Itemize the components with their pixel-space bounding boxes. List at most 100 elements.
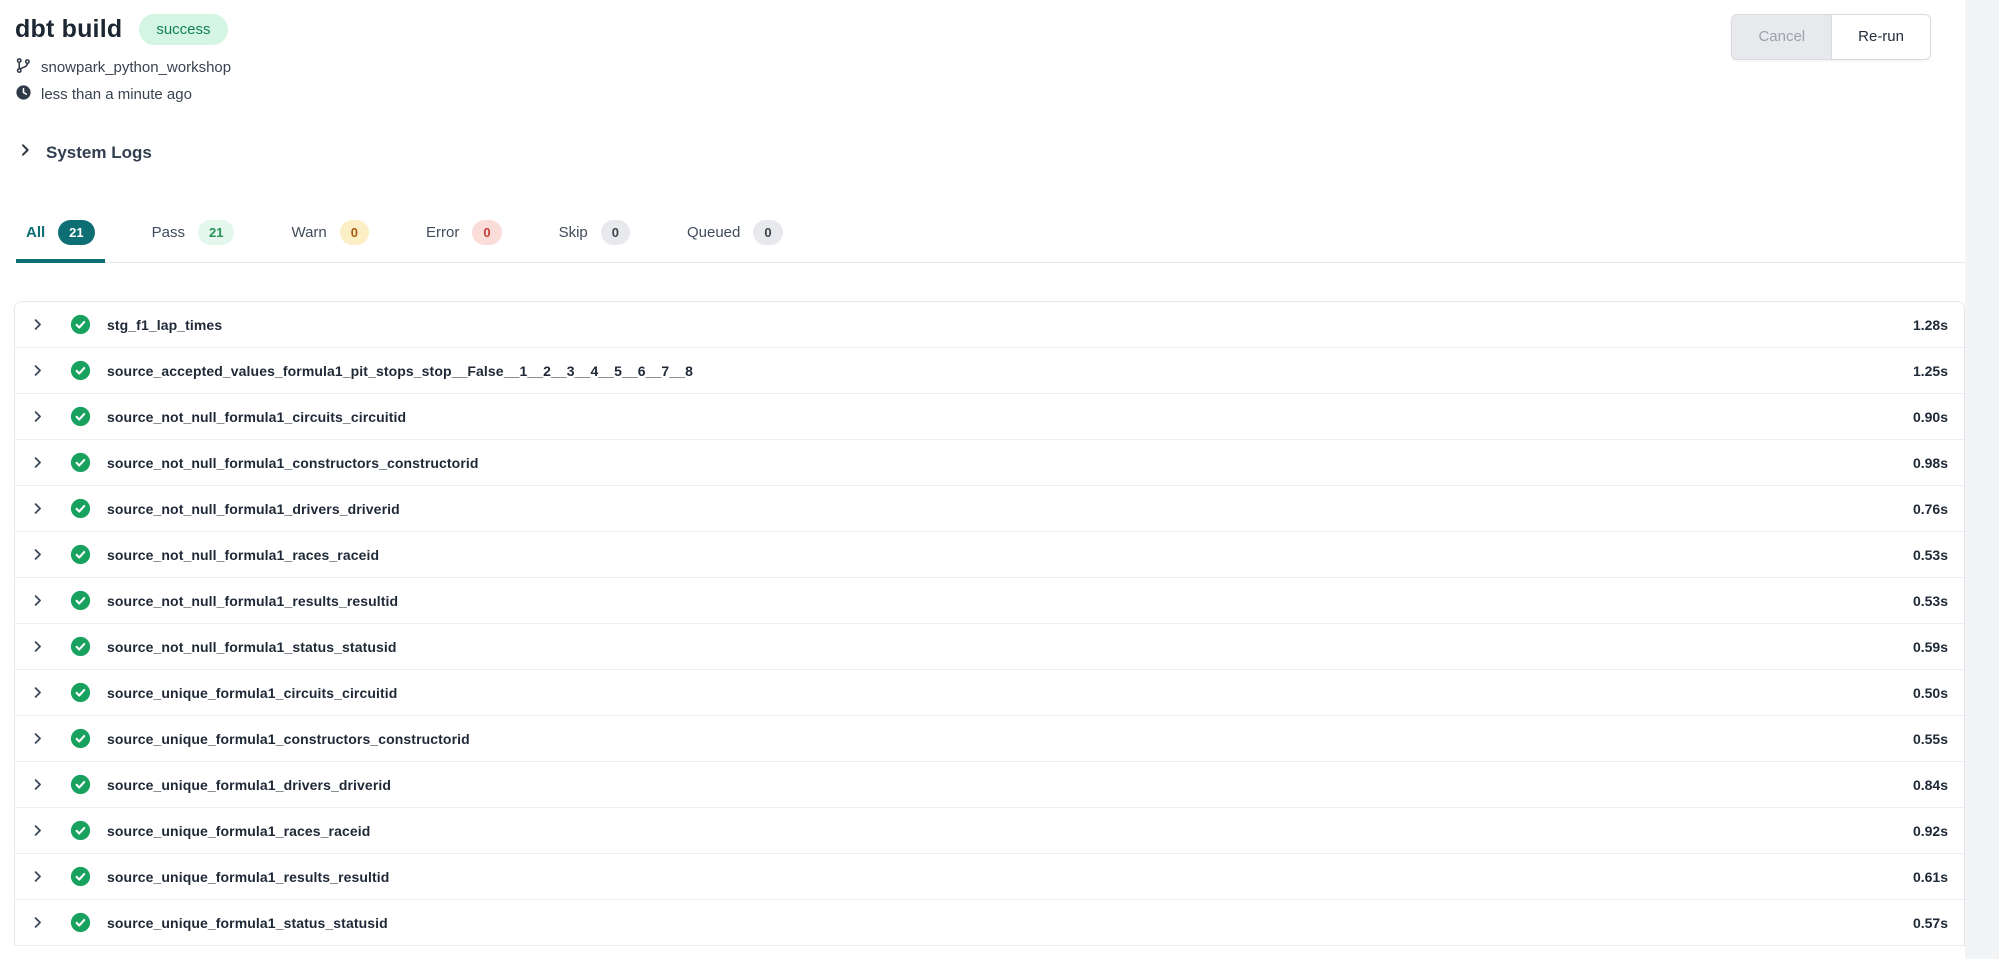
expand-chevron-icon[interactable]	[27, 731, 47, 746]
expand-chevron-icon[interactable]	[27, 593, 47, 608]
rerun-button[interactable]: Re-run	[1832, 15, 1930, 59]
node-name: source_unique_formula1_status_statusid	[107, 915, 388, 931]
success-check-icon	[70, 498, 91, 519]
tab-warn[interactable]: Warn 0	[281, 210, 379, 263]
table-row[interactable]: source_accepted_values_formula1_pit_stop…	[15, 348, 1964, 394]
node-name: source_unique_formula1_constructors_cons…	[107, 731, 470, 747]
success-check-icon	[70, 912, 91, 933]
success-check-icon	[70, 728, 91, 749]
expand-chevron-icon[interactable]	[27, 869, 47, 884]
time-row: less than a minute ago	[15, 84, 1965, 105]
expand-chevron-icon[interactable]	[27, 409, 47, 424]
tab-all[interactable]: All 21	[16, 210, 105, 263]
expand-chevron-icon[interactable]	[27, 639, 47, 654]
run-detail-page: dbt build success snowpark_python_worksh…	[0, 0, 1965, 959]
node-duration: 0.55s	[1913, 731, 1948, 747]
node-duration: 1.25s	[1913, 363, 1948, 379]
node-name: source_not_null_formula1_status_statusid	[107, 639, 397, 655]
run-actions: Cancel Re-run	[1731, 14, 1931, 60]
clock-icon	[15, 84, 32, 105]
node-name: source_unique_formula1_drivers_driverid	[107, 777, 391, 793]
node-duration: 0.53s	[1913, 593, 1948, 609]
expand-chevron-icon[interactable]	[27, 547, 47, 562]
table-row[interactable]: source_unique_formula1_drivers_driverid …	[15, 762, 1964, 808]
node-duration: 0.98s	[1913, 455, 1948, 471]
table-row[interactable]: source_not_null_formula1_races_raceid 0.…	[15, 532, 1964, 578]
expand-chevron-icon[interactable]	[27, 777, 47, 792]
node-duration: 1.28s	[1913, 317, 1948, 333]
time-ago: less than a minute ago	[41, 86, 192, 103]
node-duration: 0.92s	[1913, 823, 1948, 839]
success-check-icon	[70, 590, 91, 611]
expand-chevron-icon[interactable]	[27, 823, 47, 838]
node-name: source_not_null_formula1_circuits_circui…	[107, 409, 406, 425]
tab-warn-label: Warn	[291, 224, 326, 241]
status-badge: success	[139, 14, 227, 45]
tab-all-count: 21	[58, 220, 94, 245]
node-name: source_unique_formula1_circuits_circuiti…	[107, 685, 397, 701]
tab-error[interactable]: Error 0	[416, 210, 512, 263]
success-check-icon	[70, 636, 91, 657]
header: dbt build success snowpark_python_worksh…	[0, 0, 1965, 105]
system-logs-toggle[interactable]: System Logs	[17, 142, 152, 163]
node-duration: 0.76s	[1913, 501, 1948, 517]
expand-chevron-icon[interactable]	[27, 685, 47, 700]
node-name: source_accepted_values_formula1_pit_stop…	[107, 363, 693, 379]
table-row[interactable]: source_not_null_formula1_status_statusid…	[15, 624, 1964, 670]
success-check-icon	[70, 452, 91, 473]
tab-warn-count: 0	[340, 220, 369, 245]
table-row[interactable]: source_unique_formula1_circuits_circuiti…	[15, 670, 1964, 716]
success-check-icon	[70, 774, 91, 795]
tab-skip[interactable]: Skip 0	[549, 210, 640, 263]
node-name: source_not_null_formula1_races_raceid	[107, 547, 379, 563]
tab-queued[interactable]: Queued 0	[677, 210, 793, 263]
expand-chevron-icon[interactable]	[27, 455, 47, 470]
status-tabs: All 21 Pass 21 Warn 0 Error 0 Skip 0 Que…	[16, 210, 1965, 263]
table-row[interactable]: stg_f1_lap_times 1.28s	[15, 302, 1964, 348]
node-duration: 0.59s	[1913, 639, 1948, 655]
success-check-icon	[70, 820, 91, 841]
expand-chevron-icon[interactable]	[27, 915, 47, 930]
node-duration: 0.61s	[1913, 869, 1948, 885]
branch-row: snowpark_python_workshop	[15, 56, 1965, 79]
node-duration: 0.50s	[1913, 685, 1948, 701]
tab-skip-count: 0	[601, 220, 630, 245]
tab-error-count: 0	[472, 220, 501, 245]
git-branch-icon	[15, 56, 32, 79]
table-row[interactable]: source_not_null_formula1_circuits_circui…	[15, 394, 1964, 440]
success-check-icon	[70, 406, 91, 427]
table-row[interactable]: source_not_null_formula1_drivers_driveri…	[15, 486, 1964, 532]
tab-skip-label: Skip	[559, 224, 588, 241]
success-check-icon	[70, 314, 91, 335]
success-check-icon	[70, 682, 91, 703]
node-name: source_unique_formula1_races_raceid	[107, 823, 370, 839]
tab-pass-count: 21	[198, 220, 234, 245]
node-name: source_not_null_formula1_results_resulti…	[107, 593, 398, 609]
table-row[interactable]: source_unique_formula1_status_statusid 0…	[15, 900, 1964, 946]
page-title: dbt build	[15, 15, 122, 44]
results-list: stg_f1_lap_times 1.28s source_accepted_v…	[14, 301, 1965, 946]
page-gutter	[1965, 0, 1999, 959]
success-check-icon	[70, 866, 91, 887]
expand-chevron-icon[interactable]	[27, 317, 47, 332]
table-row[interactable]: source_unique_formula1_races_raceid 0.92…	[15, 808, 1964, 854]
node-duration: 0.84s	[1913, 777, 1948, 793]
table-row[interactable]: source_unique_formula1_constructors_cons…	[15, 716, 1964, 762]
tab-queued-label: Queued	[687, 224, 740, 241]
tab-queued-count: 0	[753, 220, 782, 245]
tab-all-label: All	[26, 224, 45, 241]
table-row[interactable]: source_not_null_formula1_constructors_co…	[15, 440, 1964, 486]
expand-chevron-icon[interactable]	[27, 363, 47, 378]
success-check-icon	[70, 360, 91, 381]
table-row[interactable]: source_not_null_formula1_results_resulti…	[15, 578, 1964, 624]
node-name: stg_f1_lap_times	[107, 317, 222, 333]
node-name: source_not_null_formula1_constructors_co…	[107, 455, 479, 471]
node-duration: 0.57s	[1913, 915, 1948, 931]
node-duration: 0.90s	[1913, 409, 1948, 425]
cancel-button[interactable]: Cancel	[1732, 15, 1832, 59]
node-name: source_not_null_formula1_drivers_driveri…	[107, 501, 400, 517]
expand-chevron-icon[interactable]	[27, 501, 47, 516]
tab-pass[interactable]: Pass 21	[142, 210, 245, 263]
success-check-icon	[70, 544, 91, 565]
table-row[interactable]: source_unique_formula1_results_resultid …	[15, 854, 1964, 900]
